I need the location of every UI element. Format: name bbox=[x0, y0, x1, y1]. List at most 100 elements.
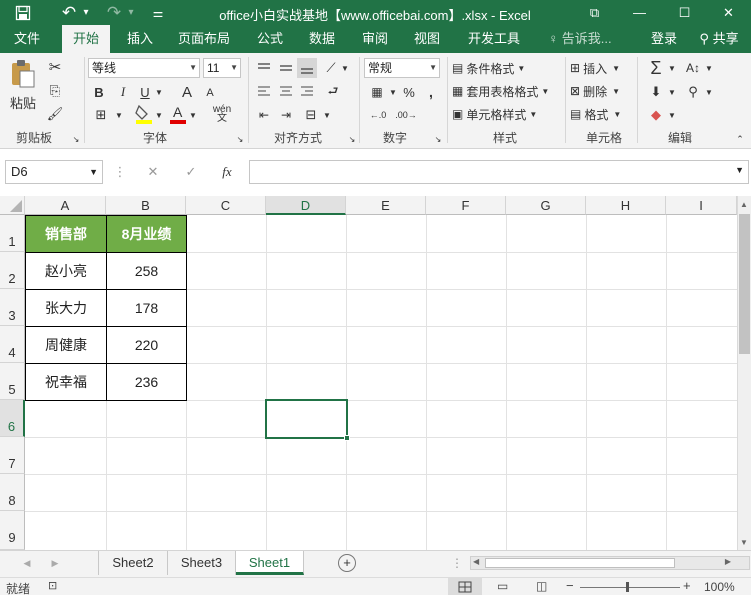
login-link[interactable]: 登录 bbox=[644, 25, 684, 53]
underline-button[interactable]: U bbox=[136, 82, 154, 102]
column-header-h[interactable]: H bbox=[586, 196, 666, 215]
format-as-table-button[interactable]: ▦ 套用表格格式 ▼ bbox=[452, 81, 562, 101]
align-middle-icon[interactable] bbox=[276, 58, 296, 78]
name-box[interactable]: D6 ▼ bbox=[5, 160, 103, 184]
sheet-tab-sheet1[interactable]: Sheet1 bbox=[236, 551, 304, 575]
align-top-icon[interactable] bbox=[254, 58, 274, 78]
select-all-corner[interactable] bbox=[0, 196, 25, 215]
insert-cells-button[interactable]: ⊞ 插入 ▼ bbox=[570, 58, 634, 78]
table-cell-value[interactable]: 236 bbox=[106, 363, 187, 401]
collapse-ribbon-icon[interactable]: ⌃ bbox=[734, 133, 746, 145]
copy-icon[interactable]: ⎘ bbox=[44, 81, 66, 101]
table-cell-value[interactable]: 220 bbox=[106, 326, 187, 364]
bold-button[interactable]: B bbox=[90, 82, 108, 102]
zoom-slider[interactable] bbox=[580, 587, 680, 588]
merge-dropdown-icon[interactable]: ▼ bbox=[322, 105, 332, 125]
table-cell-name[interactable]: 祝幸福 bbox=[25, 363, 107, 401]
redo-icon[interactable]: ↷ bbox=[103, 0, 125, 25]
tab-page-layout[interactable]: 页面布局 bbox=[172, 25, 236, 53]
undo-icon[interactable]: ↶ bbox=[58, 0, 80, 25]
active-cell-selection[interactable] bbox=[265, 399, 350, 441]
zoom-in-button[interactable]: + bbox=[683, 578, 691, 593]
scroll-left-icon[interactable]: ◀ bbox=[473, 557, 479, 566]
merge-center-icon[interactable]: ⊟ bbox=[300, 105, 322, 125]
comma-style-button[interactable]: , bbox=[424, 82, 438, 102]
scroll-right-icon[interactable]: ▶ bbox=[725, 557, 731, 566]
redo-dropdown-icon[interactable]: ▾ bbox=[125, 0, 137, 25]
format-cells-button[interactable]: ▤ 格式 ▼ bbox=[570, 104, 634, 124]
font-color-dropdown-icon[interactable]: ▼ bbox=[188, 105, 198, 125]
macro-record-icon[interactable]: ⊡ bbox=[48, 579, 57, 592]
orientation-icon[interactable]: ⟋ bbox=[322, 58, 340, 78]
dialog-launcher-icon[interactable]: ↘ bbox=[346, 133, 358, 145]
clear-icon[interactable]: ◆ bbox=[645, 105, 667, 125]
zoom-out-button[interactable]: − bbox=[566, 578, 574, 593]
row-header-3[interactable]: 3 bbox=[0, 289, 25, 326]
ribbon-display-icon[interactable]: ⧉ bbox=[572, 0, 617, 25]
clear-dropdown-icon[interactable]: ▼ bbox=[667, 105, 677, 125]
column-header-e[interactable]: E bbox=[346, 196, 426, 215]
enter-entry-icon[interactable]: ✓ bbox=[180, 162, 202, 182]
fill-dropdown-icon[interactable]: ▼ bbox=[667, 82, 677, 102]
find-select-icon[interactable]: ⚲ bbox=[682, 82, 704, 102]
table-cell-value[interactable]: 178 bbox=[106, 289, 187, 327]
row-header-1[interactable]: 1 bbox=[0, 215, 25, 252]
fill-handle[interactable] bbox=[344, 435, 350, 441]
close-button[interactable]: ✕ bbox=[706, 0, 751, 25]
page-layout-view-icon[interactable]: ▭ bbox=[497, 579, 508, 593]
align-bottom-icon[interactable] bbox=[297, 58, 317, 78]
share-button[interactable]: ⚲ 共享 bbox=[690, 25, 748, 53]
grow-font-button[interactable]: A bbox=[178, 82, 196, 102]
tell-me-box[interactable]: ♀ 告诉我... bbox=[540, 25, 620, 53]
next-sheet-icon[interactable]: ▶ bbox=[48, 555, 62, 571]
column-header-b[interactable]: B bbox=[106, 196, 186, 215]
increase-decimal-icon[interactable]: ←.0 bbox=[366, 105, 390, 125]
cut-icon[interactable]: ✂ bbox=[44, 57, 66, 77]
font-color-icon[interactable]: A bbox=[168, 103, 188, 125]
tab-split-grip-icon[interactable]: ⋮ bbox=[451, 555, 463, 571]
underline-dropdown-icon[interactable]: ▼ bbox=[154, 82, 164, 102]
accounting-format-icon[interactable]: ▦ bbox=[366, 82, 388, 102]
shrink-font-button[interactable]: A bbox=[202, 84, 218, 102]
horizontal-scrollbar[interactable]: ◀ ▶ bbox=[470, 556, 750, 570]
column-header-d[interactable]: D bbox=[266, 196, 346, 215]
sheet-tab-sheet3[interactable]: Sheet3 bbox=[168, 551, 236, 575]
decrease-indent-icon[interactable]: ⇤ bbox=[254, 105, 274, 125]
fill-color-dropdown-icon[interactable]: ▼ bbox=[154, 105, 164, 125]
tab-view[interactable]: 视图 bbox=[407, 25, 447, 53]
fill-color-icon[interactable] bbox=[134, 103, 154, 125]
row-header-4[interactable]: 4 bbox=[0, 326, 25, 363]
vertical-scrollbar[interactable]: ▲ ▼ bbox=[737, 196, 751, 550]
zoom-slider-thumb[interactable] bbox=[626, 582, 629, 592]
align-center-icon[interactable] bbox=[276, 82, 296, 102]
worksheet-grid[interactable]: A B C D E F G H I 1 2 3 4 5 6 7 8 9 销售部 … bbox=[0, 196, 737, 550]
paste-button[interactable]: 粘贴 bbox=[6, 93, 40, 111]
tab-formulas[interactable]: 公式 bbox=[250, 25, 290, 53]
table-header-cell[interactable]: 8月业绩 bbox=[106, 215, 187, 253]
column-header-a[interactable]: A bbox=[25, 196, 106, 215]
format-painter-icon[interactable]: 🖌 bbox=[44, 104, 66, 124]
phonetic-icon[interactable]: wén 文 bbox=[208, 103, 236, 125]
column-header-c[interactable]: C bbox=[186, 196, 266, 215]
find-dropdown-icon[interactable]: ▼ bbox=[704, 82, 714, 102]
sheet-tab-sheet2[interactable]: Sheet2 bbox=[98, 551, 168, 575]
row-header-7[interactable]: 7 bbox=[0, 437, 25, 474]
formula-input[interactable]: ▼ bbox=[249, 160, 749, 184]
number-format-select[interactable]: 常规 ▼ bbox=[364, 58, 440, 78]
table-cell-name[interactable]: 周健康 bbox=[25, 326, 107, 364]
prev-sheet-icon[interactable]: ◀ bbox=[20, 555, 34, 571]
tab-insert[interactable]: 插入 bbox=[118, 25, 162, 53]
column-header-g[interactable]: G bbox=[506, 196, 586, 215]
italic-button[interactable]: I bbox=[114, 82, 132, 102]
wrap-text-icon[interactable]: ⮐ bbox=[322, 82, 344, 102]
row-header-6[interactable]: 6 bbox=[0, 400, 25, 437]
undo-dropdown-icon[interactable]: ▾ bbox=[80, 0, 92, 25]
percent-style-button[interactable]: % bbox=[400, 82, 418, 102]
dialog-launcher-icon[interactable]: ↘ bbox=[234, 133, 246, 145]
align-right-icon[interactable] bbox=[297, 82, 317, 102]
tab-developer[interactable]: 开发工具 bbox=[462, 25, 526, 53]
dialog-launcher-icon[interactable]: ↘ bbox=[432, 133, 444, 145]
maximize-button[interactable]: ☐ bbox=[662, 0, 707, 25]
table-cell-name[interactable]: 赵小亮 bbox=[25, 252, 107, 290]
increase-indent-icon[interactable]: ⇥ bbox=[276, 105, 296, 125]
